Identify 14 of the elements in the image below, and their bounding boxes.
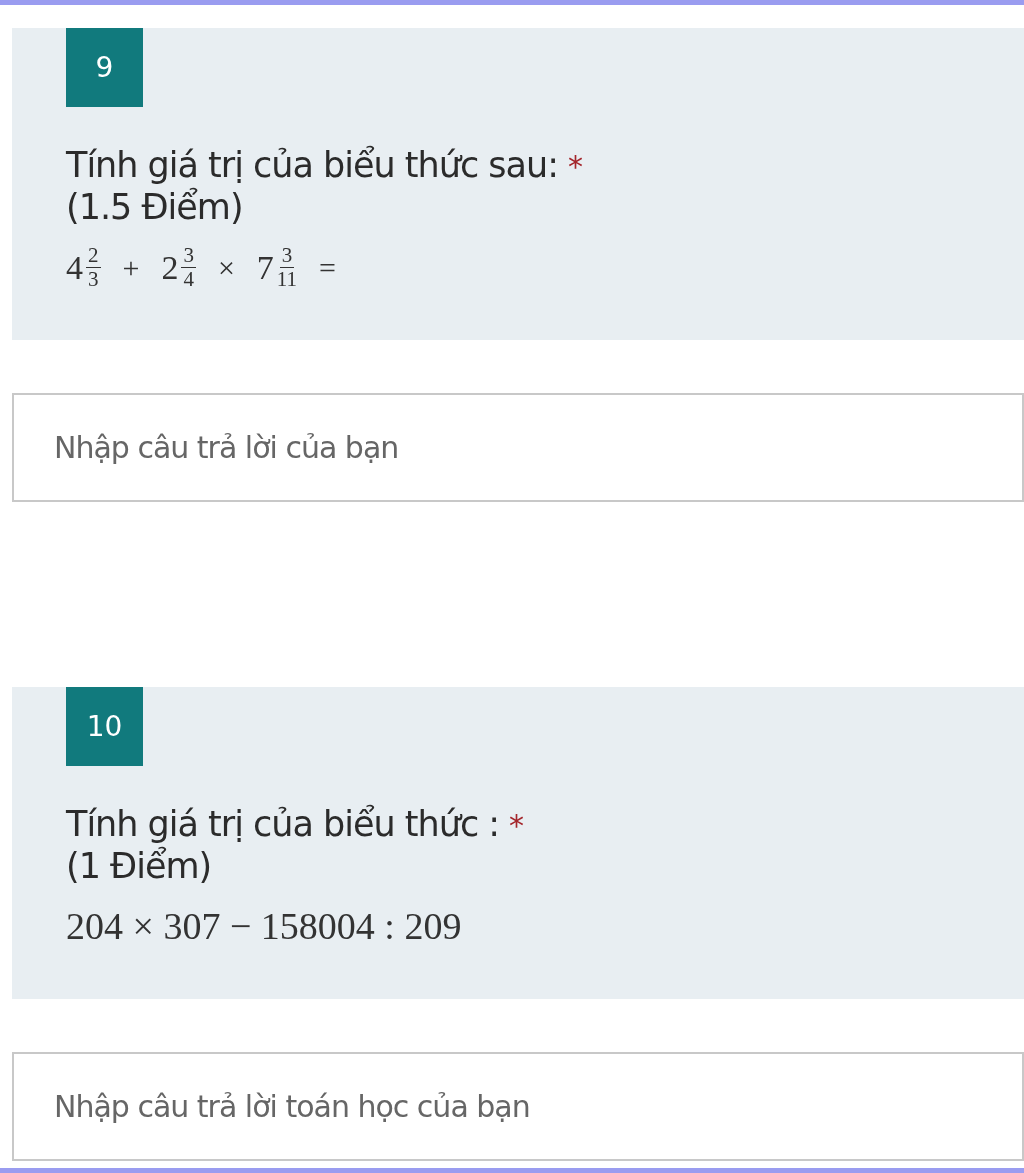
question-points: (1.5 Điểm) [66, 187, 244, 227]
question-number: 10 [66, 687, 143, 766]
question-points: (1 Điểm) [66, 846, 213, 886]
answer-field[interactable]: Nhập câu trả lời của bạn [12, 393, 1024, 502]
required-asterisk: * [567, 149, 583, 184]
math-operator: × [217, 250, 235, 285]
required-asterisk: * [509, 808, 525, 843]
question-title: Tính giá trị của biểu thức : [66, 804, 500, 844]
math-expression: 204 × 307 − 158004 : 209 [66, 904, 462, 948]
math-operator: = [319, 250, 336, 285]
question-number: 9 [66, 28, 143, 107]
answer-field[interactable]: Nhập câu trả lời toán học của bạn [12, 1052, 1024, 1161]
math-operator: + [122, 250, 140, 285]
question-title: Tính giá trị của biểu thức sau: [66, 145, 558, 185]
